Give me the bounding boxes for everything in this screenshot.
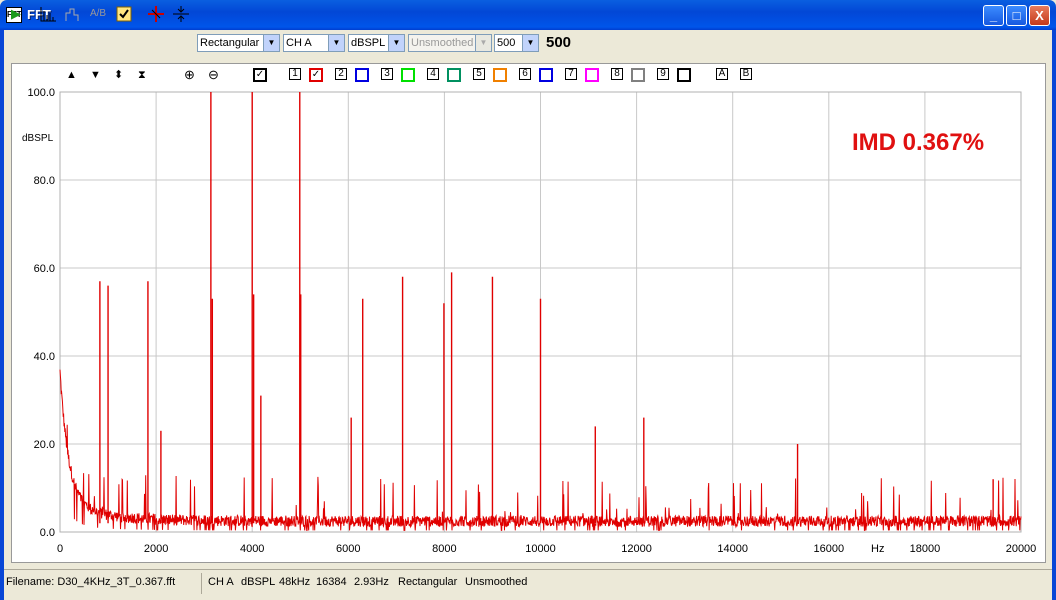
all-traces-checkbox[interactable]: ✓ — [253, 68, 267, 82]
compress-vertical-icon[interactable]: ⧗ — [138, 66, 146, 84]
trace-8-number[interactable]: 8 — [611, 68, 623, 80]
chevron-down-icon: ▼ — [388, 35, 404, 51]
window-frame-left — [0, 30, 4, 600]
cursor-cross-icon[interactable] — [147, 5, 165, 23]
channel-value: CH A — [286, 37, 312, 49]
plot-panel — [11, 63, 1046, 563]
zoom-out-icon[interactable]: ⊖ — [208, 66, 219, 84]
trace-6-number[interactable]: 6 — [519, 68, 531, 80]
trace-4-color-checkbox[interactable] — [447, 68, 461, 82]
status-rate: 48kHz — [279, 576, 311, 588]
trace-9-number[interactable]: 9 — [657, 68, 669, 80]
trace-4-number[interactable]: 4 — [427, 68, 439, 80]
trace-2-color-checkbox[interactable] — [355, 68, 369, 82]
trace-1-color-checkbox[interactable]: ✓ — [309, 68, 323, 82]
smoothing-value: Unsmoothed — [411, 37, 474, 49]
status-unit: dBSPL — [241, 576, 276, 588]
trace-6-color-checkbox[interactable] — [539, 68, 553, 82]
spectrum-icon[interactable] — [39, 5, 57, 23]
scale-icon[interactable] — [172, 5, 190, 23]
chevron-down-icon: ▼ — [328, 35, 344, 51]
status-fft-size: 16384 — [316, 576, 347, 588]
trace-5-number[interactable]: 5 — [473, 68, 485, 80]
trace-3-number[interactable]: 3 — [381, 68, 393, 80]
status-filename: Filename: D30_4KHz_3T_0.367.fft — [6, 576, 176, 588]
zoom-in-icon[interactable]: ⊕ — [184, 66, 195, 84]
scroll-up-icon[interactable]: ▲ — [66, 66, 77, 84]
maximize-button[interactable]: □ — [1006, 5, 1027, 26]
status-smoothing: Unsmoothed — [465, 576, 528, 588]
trace-8-color-checkbox[interactable] — [631, 68, 645, 82]
close-button[interactable]: X — [1029, 5, 1050, 26]
status-bar: Filename: D30_4KHz_3T_0.367.fft CH A dBS… — [4, 569, 1052, 597]
status-channel: CH A — [208, 576, 234, 588]
expand-vertical-icon[interactable]: ⬍ — [114, 66, 123, 84]
trace-2-number[interactable]: 2 — [335, 68, 347, 80]
trace-7-number[interactable]: 7 — [565, 68, 577, 80]
window-type-select[interactable]: Rectangular ▼ — [197, 34, 280, 52]
status-separator — [201, 573, 202, 594]
window-frame-right — [1052, 30, 1056, 600]
unit-select[interactable]: dBSPL ▼ — [348, 34, 405, 52]
ab-divide-icon[interactable]: A/B — [89, 5, 107, 23]
marker-b-button[interactable]: B — [740, 68, 752, 80]
trace-5-color-checkbox[interactable] — [493, 68, 507, 82]
trace-3-color-checkbox[interactable] — [401, 68, 415, 82]
status-resolution: 2.93Hz — [354, 576, 389, 588]
chevron-down-icon: ▼ — [263, 35, 279, 51]
marker-a-button[interactable]: A — [716, 68, 728, 80]
unit-value: dBSPL — [351, 37, 386, 49]
trace-1-number[interactable]: 1 — [289, 68, 301, 80]
run-icon[interactable]: ▶ — [7, 5, 25, 23]
chevron-down-icon: ▼ — [522, 35, 538, 51]
chevron-down-icon: ▼ — [475, 35, 491, 51]
trace-7-color-checkbox[interactable] — [585, 68, 599, 82]
window-type-value: Rectangular — [200, 37, 260, 49]
count-label: 500 — [546, 34, 572, 51]
smoothing-select[interactable]: Unsmoothed ▼ — [408, 34, 492, 52]
trace-9-color-checkbox[interactable] — [677, 68, 691, 82]
channel-select[interactable]: CH A ▼ — [283, 34, 345, 52]
checklist-icon[interactable] — [115, 5, 133, 23]
scroll-down-icon[interactable]: ▼ — [90, 66, 101, 84]
peak-icon[interactable] — [64, 5, 82, 23]
count-select[interactable]: 500 ▼ — [494, 34, 539, 52]
minimize-button[interactable]: _ — [983, 5, 1004, 26]
status-window: Rectangular — [398, 576, 458, 588]
count-value: 500 — [497, 37, 516, 49]
